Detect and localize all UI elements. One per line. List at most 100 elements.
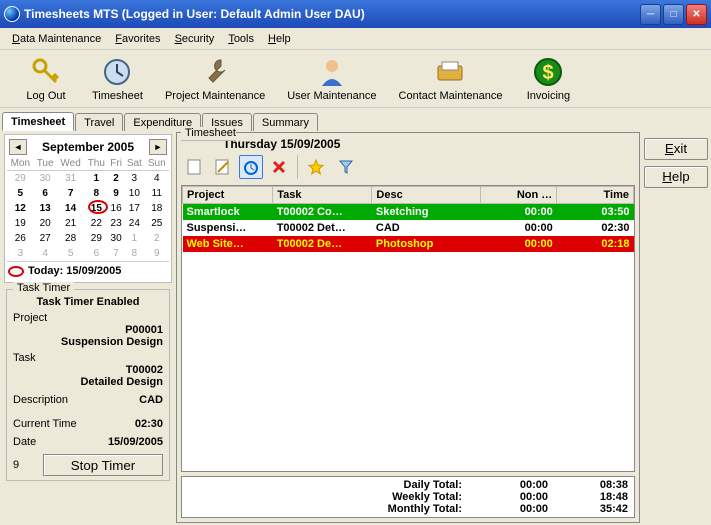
calendar-day[interactable]: 6 — [34, 186, 57, 201]
tab-travel[interactable]: Travel — [75, 113, 123, 131]
calendar-day[interactable]: 21 — [57, 216, 85, 231]
calendar-day[interactable]: 6 — [85, 246, 109, 261]
calendar-prev-button[interactable]: ◄ — [9, 139, 27, 155]
calendar-day[interactable]: 2 — [108, 171, 124, 187]
tab-summary[interactable]: Summary — [253, 113, 318, 131]
ts-edit-icon[interactable] — [211, 155, 235, 179]
calendar-day[interactable]: 18 — [145, 201, 169, 216]
calendar-day[interactable]: 7 — [108, 246, 124, 261]
calendar-day[interactable]: 20 — [34, 216, 57, 231]
wrench-icon — [199, 56, 231, 88]
calendar-day[interactable]: 8 — [85, 186, 109, 201]
app-icon — [4, 6, 20, 22]
calendar-day[interactable]: 8 — [124, 246, 145, 261]
ts-col-header[interactable]: Time — [557, 187, 634, 204]
ts-col-header[interactable]: Non … — [480, 187, 557, 204]
table-row[interactable]: SmartlockT00002 Co…Sketching00:0003:50 — [183, 204, 634, 221]
menu-data-maintenance[interactable]: Data Maintenance — [6, 31, 107, 47]
daily-total-label: Daily Total: — [188, 479, 468, 491]
calendar-day[interactable]: 1 — [85, 171, 109, 187]
calendar-day[interactable]: 9 — [108, 186, 124, 201]
toolbar-user-label: User Maintenance — [287, 90, 376, 102]
menu-security[interactable]: Security — [169, 31, 221, 47]
exit-button[interactable]: Exit — [644, 138, 708, 160]
menu-bar: Data Maintenance Favorites Security Tool… — [0, 28, 711, 50]
calendar-day[interactable]: 28 — [57, 231, 85, 246]
calendar-day[interactable]: 29 — [85, 231, 109, 246]
window-title: Timesheets MTS (Logged in User: Default … — [24, 7, 640, 21]
calendar-day[interactable]: 11 — [145, 186, 169, 201]
toolbar-timesheet[interactable]: Timesheet — [86, 52, 149, 106]
calendar-day[interactable]: 27 — [34, 231, 57, 246]
calendar-day[interactable]: 13 — [34, 201, 57, 216]
toolbar-contact-maintenance[interactable]: Contact Maintenance — [393, 52, 509, 106]
ts-col-header[interactable]: Desc — [372, 187, 480, 204]
calendar-today-bar[interactable]: Today: 15/09/2005 — [7, 261, 169, 280]
calendar-day[interactable]: 9 — [145, 246, 169, 261]
calendar-day[interactable]: 3 — [124, 171, 145, 187]
calendar-day[interactable]: 15 — [85, 201, 109, 216]
calendar-day[interactable]: 24 — [124, 216, 145, 231]
task-timer-group-title: Task Timer — [13, 282, 74, 294]
calendar-day[interactable]: 2 — [145, 231, 169, 246]
calendar-day[interactable]: 22 — [85, 216, 109, 231]
toolbar-logout[interactable]: Log Out — [16, 52, 76, 106]
calendar-day[interactable]: 7 — [57, 186, 85, 201]
toolbar-contact-label: Contact Maintenance — [399, 90, 503, 102]
calendar-day[interactable]: 16 — [108, 201, 124, 216]
maximize-button[interactable]: □ — [663, 4, 684, 25]
calendar-day[interactable]: 26 — [7, 231, 34, 246]
timesheet-grid[interactable]: ProjectTaskDescNon …Time SmartlockT00002… — [181, 185, 635, 472]
tt-task-label: Task — [13, 352, 163, 364]
calendar-day[interactable]: 12 — [7, 201, 34, 216]
calendar-next-button[interactable]: ► — [149, 139, 167, 155]
calendar-day[interactable]: 19 — [7, 216, 34, 231]
ts-delete-icon[interactable] — [267, 155, 291, 179]
calendar-day[interactable]: 4 — [34, 246, 57, 261]
calendar-day[interactable]: 17 — [124, 201, 145, 216]
ts-timer-icon[interactable] — [239, 155, 263, 179]
toolbar-project-maintenance[interactable]: Project Maintenance — [159, 52, 271, 106]
stop-timer-button[interactable]: Stop Timer — [43, 454, 163, 476]
calendar-day[interactable]: 29 — [7, 171, 34, 187]
calendar-day[interactable]: 5 — [57, 246, 85, 261]
timesheet-date-header: Thursday 15/09/2005 — [223, 137, 340, 151]
ts-col-header[interactable]: Task — [273, 187, 372, 204]
calendar-panel: ◄ September 2005 ► MonTueWedThuFriSatSun… — [4, 134, 172, 283]
monthly-total-non: 00:00 — [468, 503, 548, 515]
minimize-button[interactable]: ─ — [640, 4, 661, 25]
calendar-day[interactable]: 23 — [108, 216, 124, 231]
tab-timesheet[interactable]: Timesheet — [2, 112, 74, 131]
weekly-total-label: Weekly Total: — [188, 491, 468, 503]
calendar-day[interactable]: 30 — [34, 171, 57, 187]
tt-counter: 9 — [13, 459, 33, 471]
menu-favorites[interactable]: Favorites — [109, 31, 166, 47]
toolbar-user-maintenance[interactable]: User Maintenance — [281, 52, 382, 106]
user-icon — [316, 56, 348, 88]
task-timer-group: Task Timer Task Timer Enabled Project P0… — [6, 289, 170, 481]
calendar-day[interactable]: 25 — [145, 216, 169, 231]
ts-col-header[interactable]: Project — [183, 187, 273, 204]
table-row[interactable]: Web Site…T00002 De…Photoshop00:0002:18 — [183, 236, 634, 252]
calendar-day[interactable]: 3 — [7, 246, 34, 261]
toolbar-invoicing[interactable]: $ Invoicing — [518, 52, 578, 106]
ts-filter-icon[interactable] — [334, 155, 358, 179]
calendar-day[interactable]: 4 — [145, 171, 169, 187]
task-timer-heading: Task Timer Enabled — [13, 296, 163, 308]
table-row[interactable]: Suspensi…T00002 Det…CAD00:0002:30 — [183, 220, 634, 236]
ts-favorite-icon[interactable] — [304, 155, 328, 179]
calendar-day[interactable]: 31 — [57, 171, 85, 187]
calendar-day[interactable]: 30 — [108, 231, 124, 246]
ts-new-icon[interactable] — [183, 155, 207, 179]
close-button[interactable]: ✕ — [686, 4, 707, 25]
calendar-dow: Tue — [34, 157, 57, 171]
calendar-day[interactable]: 10 — [124, 186, 145, 201]
calendar-day[interactable]: 14 — [57, 201, 85, 216]
calendar-day[interactable]: 5 — [7, 186, 34, 201]
help-button[interactable]: Help — [644, 166, 708, 188]
calendar-day[interactable]: 1 — [124, 231, 145, 246]
svg-text:$: $ — [543, 62, 554, 84]
menu-help[interactable]: Help — [262, 31, 297, 47]
menu-tools[interactable]: Tools — [222, 31, 260, 47]
main-toolbar: Log Out Timesheet Project Maintenance Us… — [0, 50, 711, 108]
